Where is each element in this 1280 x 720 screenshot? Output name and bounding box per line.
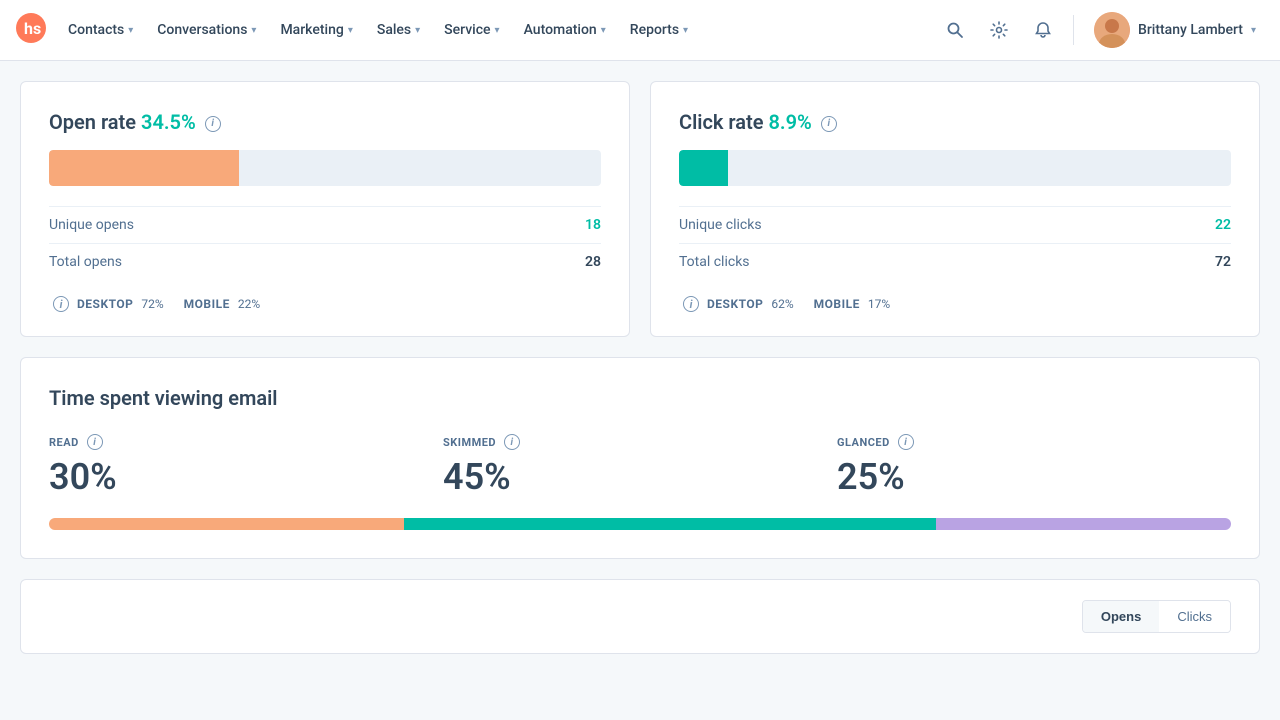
user-chevron-icon: ▾	[1251, 25, 1256, 36]
skimmed-value: 45%	[443, 456, 837, 498]
nav-item-service[interactable]: Service ▾	[434, 0, 509, 61]
unique-opens-row: Unique opens 18	[49, 206, 601, 243]
chevron-down-icon: ▾	[683, 25, 688, 36]
total-clicks-label: Total clicks	[679, 254, 750, 270]
nav-item-marketing[interactable]: Marketing ▾	[270, 0, 362, 61]
desktop-pct: 72%	[141, 297, 163, 311]
chevron-down-icon: ▾	[251, 25, 256, 36]
click-rate-title: Click rate 8.9% i	[679, 110, 1231, 134]
click-desktop-pct: 62%	[771, 297, 793, 311]
time-sections: READ i 30% SKIMMED i 45% GLANCED i 25%	[49, 434, 1231, 498]
footer-info-icon-2[interactable]: i	[683, 296, 699, 312]
notifications-button[interactable]	[1025, 12, 1061, 48]
bottom-card: Opens Clicks	[20, 579, 1260, 654]
total-opens-value: 28	[585, 254, 601, 270]
open-rate-info-icon[interactable]: i	[205, 116, 221, 132]
click-mobile-pct: 17%	[868, 297, 890, 311]
skimmed-section: SKIMMED i 45%	[443, 434, 837, 498]
footer-info-icon[interactable]: i	[53, 296, 69, 312]
glanced-value: 25%	[837, 456, 1231, 498]
search-button[interactable]	[937, 12, 973, 48]
nav-item-reports[interactable]: Reports ▾	[620, 0, 698, 61]
settings-button[interactable]	[981, 12, 1017, 48]
unique-opens-label: Unique opens	[49, 217, 134, 233]
time-spent-title: Time spent viewing email	[49, 386, 1231, 410]
skimmed-label: SKIMMED i	[443, 434, 837, 450]
time-spent-card: Time spent viewing email READ i 30% SKIM…	[20, 357, 1260, 559]
click-rate-value: 8.9%	[769, 110, 812, 134]
time-bar-read	[49, 518, 404, 530]
glanced-label: GLANCED i	[837, 434, 1231, 450]
click-rate-info-icon[interactable]: i	[821, 116, 837, 132]
chevron-down-icon: ▾	[415, 25, 420, 36]
navbar: hs Contacts ▾ Conversations ▾ Marketing …	[0, 0, 1280, 61]
username: Brittany Lambert	[1138, 22, 1243, 38]
nav-divider	[1073, 15, 1074, 45]
chevron-down-icon: ▾	[601, 25, 606, 36]
open-rate-value: 34.5%	[141, 110, 196, 134]
read-section: READ i 30%	[49, 434, 443, 498]
read-value: 30%	[49, 456, 443, 498]
total-clicks-row: Total clicks 72	[679, 243, 1231, 280]
nav-item-contacts[interactable]: Contacts ▾	[58, 0, 143, 61]
open-rate-title: Open rate 34.5% i	[49, 110, 601, 134]
click-rate-footer: i DESKTOP 62% MOBILE 17%	[679, 296, 1231, 312]
nav-item-automation[interactable]: Automation ▾	[514, 0, 616, 61]
glanced-section: GLANCED i 25%	[837, 434, 1231, 498]
opens-clicks-toggle: Opens Clicks	[1082, 600, 1231, 633]
click-rate-bar-fill	[679, 150, 728, 186]
total-opens-label: Total opens	[49, 254, 122, 270]
total-clicks-value: 72	[1215, 254, 1231, 270]
time-bar-skimmed	[404, 518, 936, 530]
click-rate-card: Click rate 8.9% i Unique clicks 22 Total…	[650, 81, 1260, 337]
time-bar-glanced	[936, 518, 1232, 530]
unique-clicks-value: 22	[1215, 217, 1231, 233]
clicks-toggle-button[interactable]: Clicks	[1159, 601, 1230, 632]
open-rate-bar-fill	[49, 150, 239, 186]
nav-icons	[937, 12, 1061, 48]
open-rate-card: Open rate 34.5% i Unique opens 18 Total …	[20, 81, 630, 337]
chevron-down-icon: ▾	[348, 25, 353, 36]
user-menu[interactable]: Brittany Lambert ▾	[1086, 12, 1264, 48]
cards-row-1: Open rate 34.5% i Unique opens 18 Total …	[20, 81, 1260, 337]
mobile-label: MOBILE	[184, 297, 230, 311]
nav-item-conversations[interactable]: Conversations ▾	[147, 0, 266, 61]
svg-text:hs: hs	[24, 19, 41, 38]
read-info-icon[interactable]: i	[87, 434, 103, 450]
unique-clicks-label: Unique clicks	[679, 217, 762, 233]
chevron-down-icon: ▾	[495, 25, 500, 36]
hubspot-logo[interactable]: hs	[16, 13, 46, 47]
unique-opens-value: 18	[585, 217, 601, 233]
read-label: READ i	[49, 434, 443, 450]
opens-toggle-button[interactable]: Opens	[1083, 601, 1159, 632]
main-content: Open rate 34.5% i Unique opens 18 Total …	[0, 61, 1280, 674]
desktop-label: DESKTOP	[77, 297, 133, 311]
click-rate-bar	[679, 150, 1231, 186]
glanced-info-icon[interactable]: i	[898, 434, 914, 450]
click-mobile-label: MOBILE	[814, 297, 860, 311]
chevron-down-icon: ▾	[128, 25, 133, 36]
open-rate-footer: i DESKTOP 72% MOBILE 22%	[49, 296, 601, 312]
total-opens-row: Total opens 28	[49, 243, 601, 280]
mobile-pct: 22%	[238, 297, 260, 311]
nav-item-sales[interactable]: Sales ▾	[367, 0, 430, 61]
open-rate-bar	[49, 150, 601, 186]
time-bar	[49, 518, 1231, 530]
skimmed-info-icon[interactable]: i	[504, 434, 520, 450]
unique-clicks-row: Unique clicks 22	[679, 206, 1231, 243]
avatar	[1094, 12, 1130, 48]
click-desktop-label: DESKTOP	[707, 297, 763, 311]
